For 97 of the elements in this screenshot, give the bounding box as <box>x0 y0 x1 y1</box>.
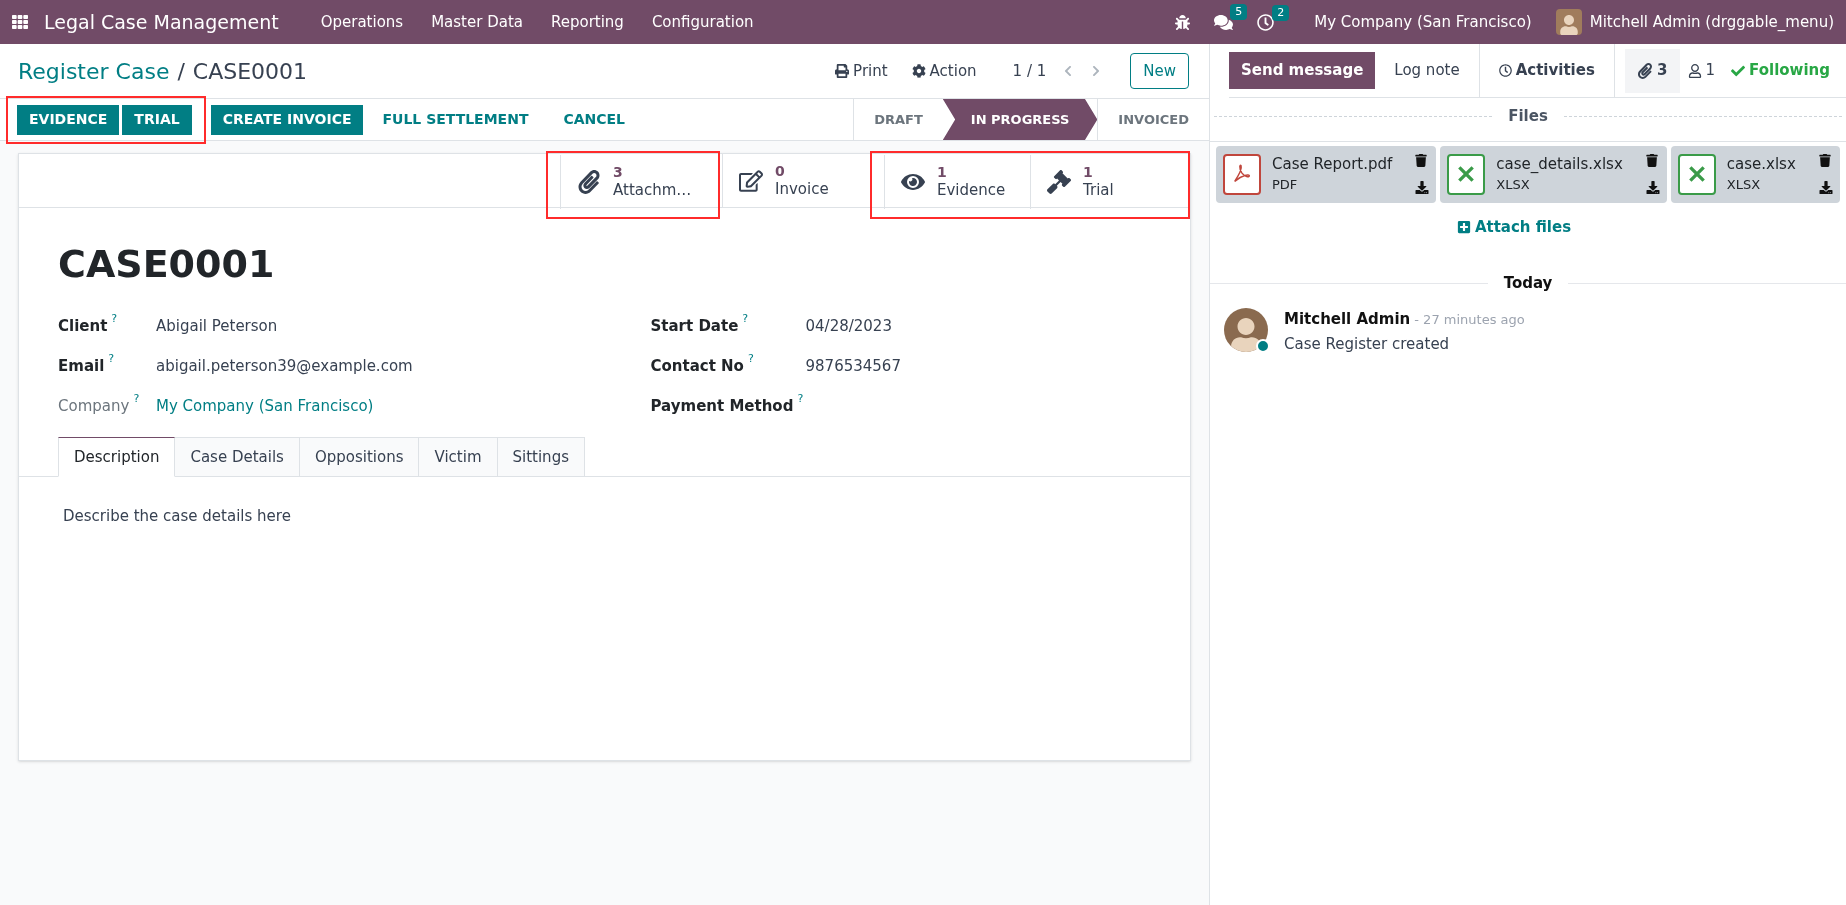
menu-item[interactable]: Configuration <box>637 10 768 34</box>
form-tab[interactable]: Sittings <box>497 437 585 477</box>
bug-icon[interactable] <box>1175 14 1191 30</box>
action-button[interactable]: FULL SETTLEMENT <box>366 104 545 135</box>
date-separator: Today <box>1503 273 1553 294</box>
send-message-button[interactable]: Send message <box>1229 52 1376 89</box>
message-count-badge: 5 <box>1230 3 1248 20</box>
field-label: Client <box>58 316 108 337</box>
clock-icon <box>1498 64 1512 77</box>
user-menu[interactable]: Mitchell Admin (drggable_menu) <box>1589 10 1834 34</box>
menu-item[interactable]: Master Data <box>417 10 537 34</box>
gear-icon <box>911 64 926 78</box>
followers-button[interactable]: 1 <box>1679 59 1724 82</box>
activity-count-badge: 2 <box>1272 4 1290 21</box>
attachment-card[interactable]: Case Report.pdf PDF <box>1216 145 1437 203</box>
delete-icon[interactable] <box>1645 154 1658 167</box>
field-label: Contact No <box>650 356 744 377</box>
file-name: Case Report.pdf <box>1272 154 1393 174</box>
action-button[interactable]: CANCEL <box>547 104 642 135</box>
spreadsheet-file-icon <box>1677 153 1716 195</box>
message-body: Case Register created <box>1284 334 1451 355</box>
message-author: Mitchell Admin <box>1284 308 1411 330</box>
action-button[interactable]: TRIAL <box>122 104 192 135</box>
breadcrumb-separator: / <box>177 57 185 86</box>
download-icon[interactable] <box>1645 181 1660 194</box>
form-tab[interactable]: Victim <box>419 437 498 477</box>
attach-files-button[interactable]: Attach files <box>1456 215 1600 238</box>
delete-icon[interactable] <box>1415 154 1428 167</box>
plus-icon <box>1456 219 1471 234</box>
action-button[interactable]: EVIDENCE <box>17 104 120 135</box>
app-name[interactable]: Legal Case Management <box>44 7 279 37</box>
spreadsheet-file-icon <box>1447 153 1486 195</box>
menu-item[interactable]: Reporting <box>536 10 638 34</box>
delete-icon[interactable] <box>1818 154 1831 167</box>
help-mark[interactable]: ? <box>747 352 754 365</box>
gavel-icon <box>1047 170 1071 194</box>
field-label: Email <box>58 356 105 377</box>
print-icon <box>835 64 850 78</box>
help-mark[interactable]: ? <box>133 392 140 405</box>
download-icon[interactable] <box>1415 181 1430 194</box>
file-type: PDF <box>1272 177 1299 194</box>
status-stage[interactable]: DRAFT <box>853 99 943 140</box>
status-stage[interactable]: IN PROGRESS <box>942 99 1098 140</box>
field-value[interactable]: My Company (San Francisco) <box>156 395 374 418</box>
edit-icon <box>739 169 763 193</box>
help-mark[interactable]: ? <box>797 392 804 405</box>
smart-button[interactable]: 1 Trial <box>1030 155 1176 209</box>
field-label: Company <box>58 396 130 417</box>
field-value: 9876534567 <box>805 356 901 377</box>
smart-button[interactable]: 1 Evidence <box>884 155 1030 209</box>
download-icon[interactable] <box>1818 181 1833 194</box>
paperclip-icon <box>577 170 601 194</box>
field-label: Payment Method <box>650 396 794 417</box>
field-value: Abigail Peterson <box>156 316 278 337</box>
file-type: XLSX <box>1496 177 1531 194</box>
file-name: case.xlsx <box>1726 154 1796 174</box>
breadcrumb-link[interactable]: Register Case <box>18 54 170 88</box>
log-note-button[interactable]: Log note <box>1375 52 1479 89</box>
record-breadcrumb: CASE0001 <box>192 57 308 86</box>
clock-icon[interactable] <box>1257 13 1275 31</box>
author-avatar <box>1224 307 1268 352</box>
user-avatar[interactable] <box>1555 9 1582 35</box>
chat-icon[interactable] <box>1214 12 1234 32</box>
pdf-file-icon <box>1223 153 1261 195</box>
action-button[interactable]: Action <box>911 59 977 83</box>
attachment-card[interactable]: case.xlsx XLSX <box>1670 145 1840 203</box>
paperclip-icon <box>1637 62 1654 79</box>
apps-menu-icon[interactable] <box>12 14 28 30</box>
activities-button[interactable]: Activities <box>1478 43 1615 98</box>
check-icon <box>1731 63 1746 78</box>
pager: 1 / 1 <box>1012 60 1047 82</box>
person-icon <box>1687 63 1702 78</box>
help-mark[interactable]: ? <box>742 312 749 325</box>
smart-button[interactable]: 3 Attachm… <box>560 155 706 209</box>
form-tab[interactable]: Description <box>58 437 176 477</box>
form-tab[interactable]: Oppositions <box>299 437 420 477</box>
files-heading: Files <box>1508 106 1548 127</box>
menu-item[interactable]: Operations <box>306 10 418 34</box>
attachments-button[interactable]: 3 <box>1625 48 1680 93</box>
help-mark[interactable]: ? <box>111 312 118 325</box>
action-button[interactable]: CREATE INVOICE <box>210 104 364 135</box>
file-type: XLSX <box>1726 177 1762 194</box>
description-text[interactable]: Describe the case details here <box>19 477 1190 528</box>
smart-button[interactable]: 0 Invoice <box>722 154 868 208</box>
help-mark[interactable]: ? <box>108 352 115 365</box>
field-label: Start Date <box>650 316 739 337</box>
new-button[interactable]: New <box>1130 53 1189 89</box>
status-stage[interactable]: INVOICED <box>1097 99 1209 140</box>
field-value: 04/28/2023 <box>805 316 892 337</box>
print-button[interactable]: Print <box>835 59 888 83</box>
record-title: CASE0001 <box>58 241 276 288</box>
company-switcher[interactable]: My Company (San Francisco) <box>1314 10 1532 34</box>
attachment-card[interactable]: case_details.xlsx XLSX <box>1440 145 1667 203</box>
message-time: - 27 minutes ago <box>1414 310 1525 329</box>
field-value: abigail.peterson39@example.com <box>156 356 413 377</box>
file-name: case_details.xlsx <box>1496 154 1623 174</box>
form-tab[interactable]: Case Details <box>175 437 300 477</box>
